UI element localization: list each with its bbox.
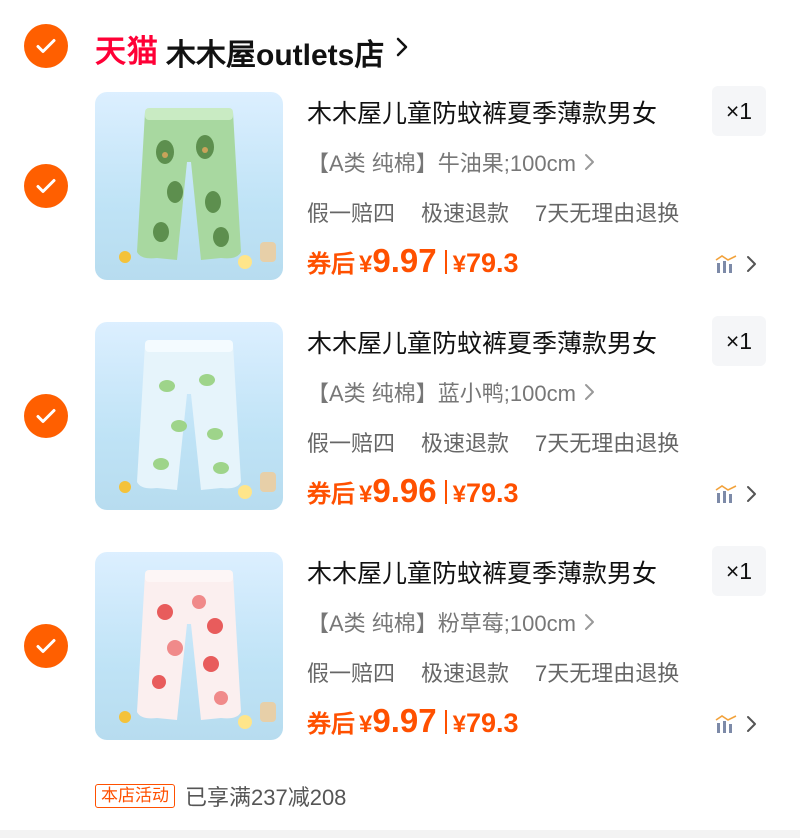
sku-label: 【A类 纯棉】牛油果;100cm: [307, 151, 576, 176]
checkmark-icon: [36, 409, 56, 423]
service-tag: 假一赔四: [307, 431, 396, 456]
original-price: 79.3: [465, 248, 519, 278]
service-tag: 极速退款: [421, 201, 510, 226]
chevron-right-icon: [584, 384, 594, 400]
price-divider: [444, 710, 447, 734]
price-row: 券后 ¥ 9.97 ¥ 79.3: [307, 702, 519, 742]
sku-selector[interactable]: 【A类 纯棉】粉草莓;100cm: [307, 606, 596, 638]
currency-symbol: ¥: [452, 481, 466, 508]
service-tags: 假一赔四 极速退款 7天无理由退换: [307, 426, 705, 458]
currency-symbol: ¥: [452, 251, 466, 278]
coupon-price: 9.97: [372, 242, 437, 279]
checkmark-icon: [36, 39, 56, 53]
cart-item: 木木屋儿童防蚊裤夏季薄款男女 ×1 【A类 纯棉】粉草莓;100cm 假一赔四 …: [0, 546, 800, 752]
service-tag: 极速退款: [421, 431, 510, 456]
tmall-logo: 天猫: [95, 34, 159, 69]
service-tag: 极速退款: [421, 661, 510, 686]
quantity-button[interactable]: ×1: [712, 316, 766, 366]
currency-symbol: ¥: [359, 711, 373, 738]
checkmark-icon: [36, 639, 56, 653]
product-title[interactable]: 木木屋儿童防蚊裤夏季薄款男女: [307, 94, 657, 130]
product-image[interactable]: [95, 92, 283, 280]
shop-name-link[interactable]: 木木屋outlets店: [166, 30, 384, 74]
duck-pants-image: [119, 340, 276, 499]
service-tag: 7天无理由退换: [535, 661, 680, 686]
price-label: 券后: [307, 711, 355, 738]
price-row: 券后 ¥ 9.96 ¥ 79.3: [307, 472, 519, 512]
price-trend-button[interactable]: [714, 714, 757, 734]
cart-item: 木木屋儿童防蚊裤夏季薄款男女 ×1 【A类 纯棉】牛油果;100cm 假一赔四 …: [0, 86, 800, 292]
product-image[interactable]: [95, 552, 283, 740]
currency-symbol: ¥: [452, 711, 466, 738]
checkmark-icon: [36, 179, 56, 193]
price-chart-icon: [715, 255, 737, 273]
price-divider: [444, 250, 447, 274]
item-select-checkbox[interactable]: [24, 624, 68, 668]
section-divider: [0, 830, 800, 838]
currency-symbol: ¥: [359, 481, 373, 508]
shop-promo[interactable]: 本店活动 已享满237减208: [95, 780, 346, 812]
chevron-right-icon: [584, 154, 594, 170]
quantity-button[interactable]: ×1: [712, 86, 766, 136]
sku-label: 【A类 纯棉】粉草莓;100cm: [307, 611, 576, 636]
currency-symbol: ¥: [359, 251, 373, 278]
shop-select-checkbox[interactable]: [24, 24, 68, 68]
product-image[interactable]: [95, 322, 283, 510]
price-chart-icon: [715, 715, 737, 733]
price-trend-button[interactable]: [714, 254, 757, 274]
strawberry-pants-image: [119, 570, 276, 729]
service-tag: 假一赔四: [307, 201, 396, 226]
price-row: 券后 ¥ 9.97 ¥ 79.3: [307, 242, 519, 282]
product-title[interactable]: 木木屋儿童防蚊裤夏季薄款男女: [307, 324, 657, 360]
item-select-checkbox[interactable]: [24, 394, 68, 438]
product-title[interactable]: 木木屋儿童防蚊裤夏季薄款男女: [307, 554, 657, 590]
service-tag: 7天无理由退换: [535, 201, 680, 226]
service-tag: 假一赔四: [307, 661, 396, 686]
price-label: 券后: [307, 251, 355, 278]
price-divider: [444, 480, 447, 504]
cart-item: 木木屋儿童防蚊裤夏季薄款男女 ×1 【A类 纯棉】蓝小鸭;100cm 假一赔四 …: [0, 316, 800, 522]
quantity-button[interactable]: ×1: [712, 546, 766, 596]
promo-badge: 本店活动: [95, 784, 175, 808]
sku-selector[interactable]: 【A类 纯棉】蓝小鸭;100cm: [307, 376, 596, 408]
chevron-right-icon: [747, 716, 756, 732]
service-tag: 7天无理由退换: [535, 431, 680, 456]
price-chart-icon: [715, 485, 737, 503]
price-trend-button[interactable]: [714, 484, 757, 504]
item-select-checkbox[interactable]: [24, 164, 68, 208]
service-tags: 假一赔四 极速退款 7天无理由退换: [307, 196, 705, 228]
coupon-price: 9.96: [372, 472, 437, 509]
sku-selector[interactable]: 【A类 纯棉】牛油果;100cm: [307, 146, 596, 178]
shop-header: 天猫 木木屋outlets店: [0, 0, 800, 90]
avocado-pants-image: [119, 108, 276, 269]
sku-label: 【A类 纯棉】蓝小鸭;100cm: [307, 381, 576, 406]
original-price: 79.3: [465, 478, 519, 508]
original-price: 79.3: [465, 708, 519, 738]
coupon-price: 9.97: [372, 702, 437, 739]
chevron-right-icon: [584, 614, 594, 630]
chevron-right-icon: [747, 256, 756, 272]
chevron-right-icon: [747, 486, 756, 502]
promo-text: 已享满237减208: [185, 785, 347, 810]
chevron-right-icon[interactable]: [395, 36, 409, 58]
service-tags: 假一赔四 极速退款 7天无理由退换: [307, 656, 705, 688]
price-label: 券后: [307, 481, 355, 508]
